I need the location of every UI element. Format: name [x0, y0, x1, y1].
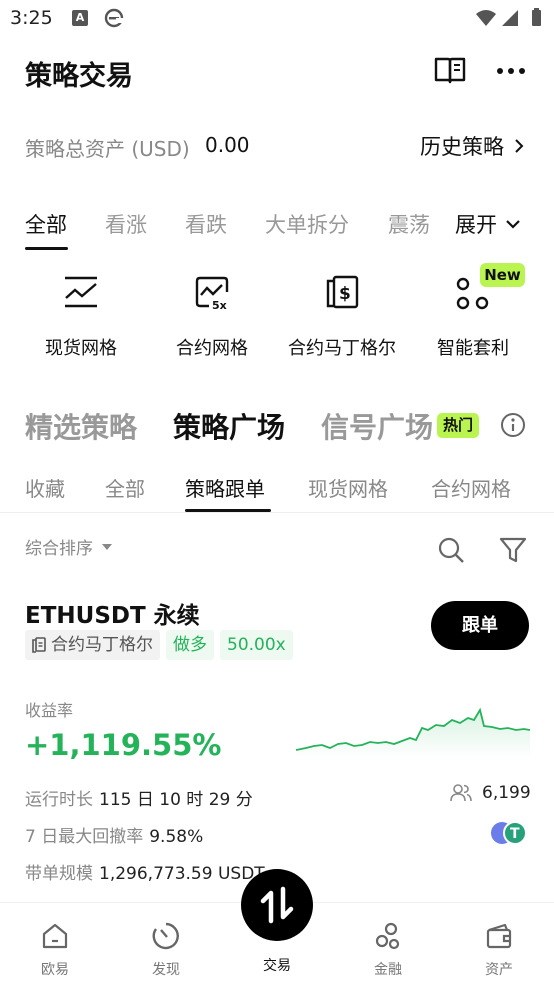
book-icon[interactable]	[433, 55, 467, 85]
wallet-icon	[486, 923, 512, 949]
spot-grid-icon	[65, 276, 97, 308]
drawdown-label: 7 日最大回撤率	[25, 827, 144, 847]
history-link-label: 历史策略	[420, 135, 504, 159]
sub-tabs: 收藏 全部 策略跟单 现货网格 合约网格	[0, 465, 554, 513]
finance-icon	[375, 922, 400, 950]
grid-item-label: 合约网格	[176, 338, 248, 359]
runtime-label: 运行时长	[25, 790, 93, 810]
nav-discover[interactable]: 发现	[111, 903, 221, 984]
yield-value: +1,119.55%	[25, 728, 222, 762]
tab-all[interactable]: 全部	[25, 209, 67, 239]
app-notification-icon: A	[72, 10, 88, 26]
martingale-small-icon	[32, 637, 46, 653]
grid-item-martingale[interactable]: $ 合约马丁格尔	[277, 262, 407, 360]
expand-label: 展开	[455, 213, 497, 237]
subtab-futures-grid[interactable]: 合约网格	[431, 473, 511, 502]
tab-featured[interactable]: 精选策略	[25, 406, 137, 446]
filter-row: 综合排序	[0, 525, 554, 575]
drawdown-stat: 7 日最大回撤率 9.58%	[25, 822, 203, 847]
dollar-icon-text: $	[339, 284, 351, 304]
tag-direction: 做多	[166, 630, 214, 660]
assets-value: 0.00	[205, 133, 250, 157]
strategy-type-grid: 现货网格 5x 合约网格 $ 合约马丁格尔 智能套利	[0, 262, 554, 362]
category-tabs: 全部 看涨 看跌 大单拆分 震荡 展开	[0, 205, 554, 251]
runtime-stat: 运行时长 115 日 10 时 29 分	[25, 785, 253, 810]
subtab-copy-trading[interactable]: 策略跟单	[185, 473, 265, 502]
followers-count: 6,199	[450, 783, 531, 803]
grid-item-futures-grid[interactable]: 5x 合约网格	[147, 262, 277, 360]
expand-button[interactable]: 展开	[455, 209, 521, 239]
tab-signal-square[interactable]: 信号广场	[321, 406, 433, 446]
more-icon[interactable]	[496, 66, 526, 76]
tag-leverage: 50.00x	[220, 630, 293, 660]
scale-value: 1,296,773.59 USDT	[99, 864, 265, 884]
nav-assets[interactable]: 资产	[444, 903, 554, 984]
tab-indicator	[25, 247, 68, 250]
subtab-all[interactable]: 全部	[105, 473, 145, 502]
subtab-favorites[interactable]: 收藏	[25, 473, 65, 502]
search-icon[interactable]	[437, 536, 465, 564]
grid-item-label: 现货网格	[45, 338, 117, 359]
assets-row: 策略总资产 (USD) 0.00 历史策略	[0, 126, 554, 166]
nav-label: 交易	[263, 958, 291, 974]
futures-grid-icon: 5x	[195, 276, 229, 312]
scale-stat: 带单规模 1,296,773.59 USDT	[25, 859, 265, 884]
nav-label: 资产	[485, 962, 513, 978]
section-tabs: 精选策略 策略广场 信号广场 热门	[0, 400, 554, 450]
sort-dropdown[interactable]: 综合排序	[25, 534, 113, 559]
card-title: ETHUSDT 永续	[25, 603, 200, 629]
grid-item-label: 合约马丁格尔	[288, 338, 396, 359]
sort-label: 综合排序	[25, 539, 93, 559]
tab-order-split[interactable]: 大单拆分	[265, 209, 349, 239]
status-bar: 3:25 A	[0, 0, 554, 38]
discover-icon	[152, 922, 179, 950]
chevron-down-icon	[506, 220, 520, 229]
card-tags: 合约马丁格尔 做多 50.00x	[25, 630, 299, 660]
yield-label: 收益率	[25, 701, 74, 720]
new-badge: New	[480, 263, 525, 287]
info-icon[interactable]	[500, 412, 526, 438]
tag-label: 合约马丁格尔	[51, 635, 153, 655]
tab-sideways[interactable]: 震荡	[388, 209, 430, 239]
swap-arrows-icon	[260, 886, 294, 924]
nav-label: 发现	[152, 962, 180, 978]
yield-sparkline	[296, 707, 530, 758]
caret-down-icon	[102, 543, 112, 550]
assets-label: 策略总资产 (USD)	[25, 137, 190, 161]
nav-label: 欧易	[41, 962, 69, 978]
martingale-icon: $	[326, 275, 359, 309]
filter-icon[interactable]	[499, 536, 527, 564]
strategy-card[interactable]: ETHUSDT 永续 跟单 合约马丁格尔 做多 50.00x 收益率 +1,11…	[0, 590, 554, 890]
grid-item-label: 智能套利	[437, 338, 509, 359]
tab-strategy-square[interactable]: 策略广场	[173, 406, 285, 446]
tag-strategy-type: 合约马丁格尔	[25, 630, 160, 660]
usdt-coin-icon: T	[510, 826, 520, 842]
hot-badge: 热门	[437, 413, 479, 438]
nav-label: 金融	[374, 962, 402, 978]
header: 策略交易	[0, 38, 554, 104]
drawdown-value: 9.58%	[149, 827, 204, 847]
tab-bearish[interactable]: 看跌	[185, 209, 227, 239]
subtab-indicator	[185, 509, 271, 512]
status-time: 3:25	[10, 7, 53, 29]
chevron-right-icon	[515, 139, 524, 153]
subtab-spot-grid[interactable]: 现货网格	[308, 473, 388, 502]
page-title: 策略交易	[25, 61, 133, 92]
trade-fab-button[interactable]	[241, 869, 313, 941]
copy-trade-button[interactable]: 跟单	[431, 601, 529, 650]
home-icon	[42, 923, 68, 949]
tab-bullish[interactable]: 看涨	[105, 209, 147, 239]
runtime-value: 115 日 10 时 29 分	[99, 790, 253, 810]
nav-home[interactable]: 欧易	[0, 903, 110, 984]
leverage-icon-text: 5x	[212, 299, 227, 312]
browser-notification-icon	[104, 8, 124, 28]
scale-label: 带单规模	[25, 864, 93, 884]
history-strategies-link[interactable]: 历史策略	[420, 131, 524, 161]
users-icon	[450, 784, 472, 802]
nav-finance[interactable]: 金融	[333, 903, 443, 984]
grid-item-spot-grid[interactable]: 现货网格	[16, 262, 146, 360]
followers-value: 6,199	[482, 783, 531, 803]
coin-icons: T	[491, 821, 527, 845]
signal-battery-icons	[476, 8, 541, 26]
